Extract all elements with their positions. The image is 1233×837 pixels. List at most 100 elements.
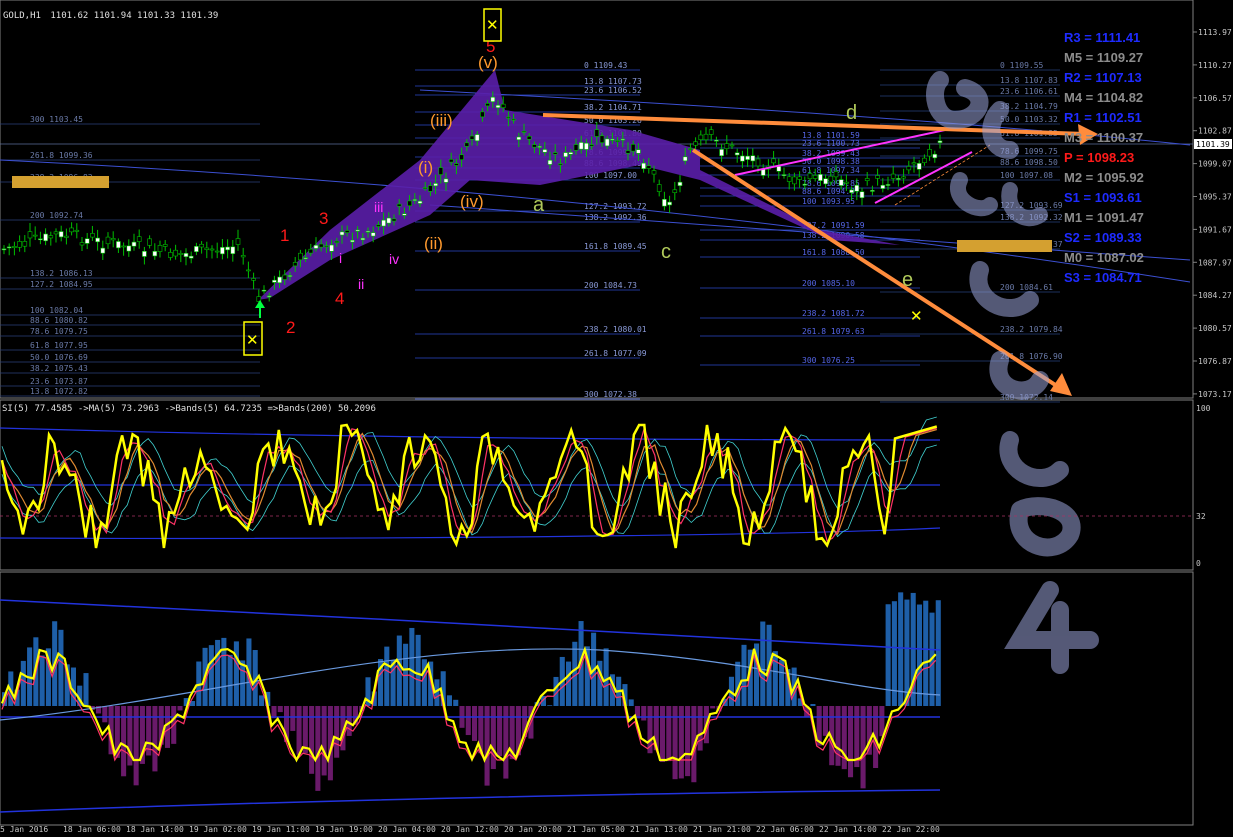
time-tick-label: 20 Jan 04:00 (378, 825, 436, 833)
candle-body (610, 138, 615, 141)
candle-body (542, 149, 548, 153)
metatrader-chart-window[interactable]: 1113.97 1110.27 1106.57 1102.87 1099.07 1095.… (0, 0, 1233, 834)
histogram-bar-positive (885, 604, 891, 706)
svg-text:✕: ✕ (246, 331, 259, 349)
histogram-bar-negative (879, 706, 885, 737)
price-tick-label: 1106.57 (1198, 94, 1232, 103)
fib-level-label: 238.2 1081.72 (802, 309, 865, 318)
wave-label-paren-v: (v) (478, 53, 498, 72)
candle-body (100, 247, 106, 254)
candle-body (480, 111, 485, 118)
histogram-bar-positive (810, 704, 816, 706)
fib-level-label: 50.0 1076.69 (30, 353, 88, 362)
histogram-bar-negative (697, 706, 703, 751)
histogram-bar-positive (384, 646, 390, 706)
candle-body (58, 231, 64, 238)
time-tick-label: 5 Jan 2016 (0, 825, 48, 833)
candle-body (578, 142, 584, 150)
candle-body (157, 245, 163, 252)
histogram-bar-negative (822, 706, 828, 736)
candle-body (854, 184, 860, 192)
candle-body (729, 144, 735, 147)
pivot-level-label: P = 1098.23 (1064, 150, 1134, 165)
candle-body (890, 173, 896, 179)
fib-level-label: 23.6 1073.87 (30, 377, 88, 386)
price-chart[interactable]: 1113.97 1110.27 1106.57 1102.87 1099.07 1095.… (0, 0, 1233, 834)
candle-body (734, 152, 740, 156)
histogram-bar-positive (935, 600, 941, 706)
candle-body (396, 203, 402, 207)
candle-body (64, 235, 69, 238)
candle-body (27, 231, 33, 239)
fib-level-label: 61.8 1077.95 (30, 341, 88, 350)
candle-body (90, 233, 95, 238)
wave-label-paren-iv: (iv) (460, 192, 484, 211)
histogram-bar-positive (83, 673, 89, 706)
histogram-bar-positive (221, 637, 227, 706)
wave-label-minor-ii: ii (358, 276, 364, 292)
fib-level-label: 200 1092.74 (30, 211, 83, 220)
candle-body (230, 246, 236, 254)
candle-body (849, 189, 854, 193)
candle-body (656, 184, 662, 192)
rsi-axis-32: 32 (1196, 512, 1206, 521)
histogram-bar-positive (916, 604, 922, 706)
histogram-bar-negative (296, 706, 302, 755)
candle-body (594, 129, 600, 137)
candle-body (521, 130, 527, 133)
candle-body (287, 275, 293, 277)
candle-body (688, 148, 693, 150)
candle-body (194, 246, 199, 252)
candle-body (313, 244, 319, 249)
candle-body (636, 149, 641, 154)
histogram-bar-positive (215, 639, 221, 706)
histogram-bar-negative (309, 706, 315, 774)
candle-body (511, 118, 516, 121)
fib-level-label: 200 1084.73 (584, 281, 637, 290)
candle-body (386, 217, 392, 224)
candle-body (896, 178, 901, 180)
candle-body (266, 295, 272, 298)
candle-body (506, 116, 511, 119)
candle-body (209, 248, 215, 251)
candle-body (162, 244, 168, 247)
candle-body (818, 174, 823, 181)
histogram-bar-positive (20, 660, 26, 706)
candle-body (740, 155, 745, 162)
histogram-indicator-panel[interactable] (0, 571, 1194, 826)
time-tick-label: 20 Jan 12:00 (441, 825, 499, 833)
candle-body (417, 200, 423, 204)
pivot-level-label: M0 = 1087.02 (1064, 250, 1144, 265)
histogram-bar-positive (258, 695, 264, 706)
candle-body (422, 187, 428, 189)
histogram-bar-negative (710, 706, 716, 709)
candle-body (126, 245, 132, 252)
pivot-level-label: M3 = 1100.37 (1064, 130, 1143, 145)
candle-body (474, 134, 480, 142)
time-tick-label: 18 Jan 14:00 (126, 825, 184, 833)
fib-level-label: 38.2 1104.71 (584, 103, 642, 112)
wave-label-minor-iii: iii (374, 199, 383, 215)
candle-body (708, 129, 714, 135)
candle-body (183, 253, 189, 257)
time-tick-label: 22 Jan 22:00 (882, 825, 940, 833)
price-tick-label: 1087.97 (1198, 258, 1232, 267)
candle-body (495, 104, 501, 108)
fib-level-label: 200 1084.61 (1000, 283, 1053, 292)
candle-body (802, 183, 808, 186)
price-tick-label: 1110.27 (1198, 61, 1232, 70)
pivot-level-label: S3 = 1084.71 (1064, 270, 1142, 285)
fib-level-label: 161.8 1089.45 (584, 242, 647, 251)
fib-level-label: 13.8 1107.83 (1000, 76, 1058, 85)
histogram-bar-positive (58, 629, 64, 706)
fib-level-label: 0 1109.43 (584, 61, 628, 70)
candle-body (604, 138, 610, 147)
histogram-bar-negative (497, 706, 503, 757)
fib-level-label: 261.8 1079.63 (802, 327, 865, 336)
time-tick-label: 22 Jan 06:00 (756, 825, 814, 833)
candle-body (755, 158, 761, 167)
fib-level-label: 127.2 1084.95 (30, 280, 93, 289)
svg-text:✕: ✕ (486, 16, 499, 34)
candle-body (360, 237, 366, 241)
rsi-header: SI(5) 77.4585 ->MA(5) 73.2963 ->Bands(5)… (2, 404, 376, 414)
